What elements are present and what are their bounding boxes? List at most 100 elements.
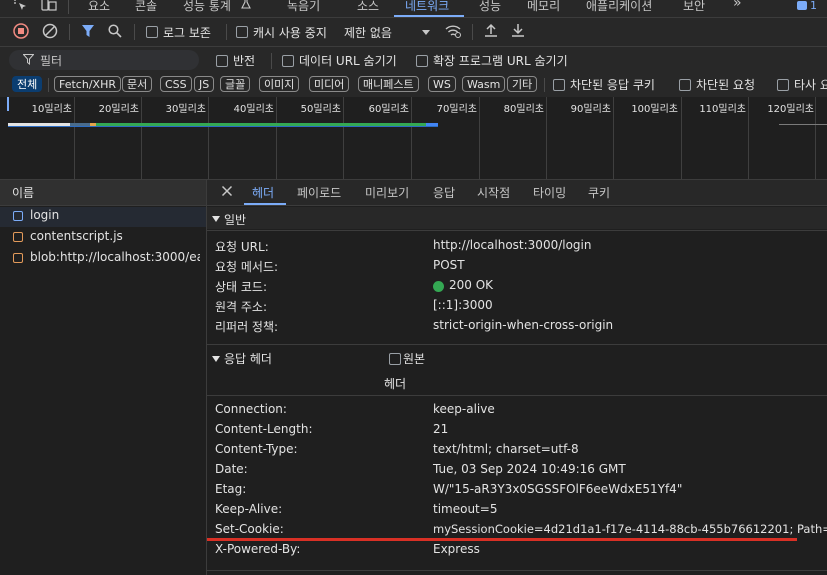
request-row[interactable]: login — [0, 207, 206, 227]
close-icon[interactable] — [221, 185, 233, 197]
tab-performance-insights[interactable]: 성능 통계 — [183, 0, 231, 14]
tab-sources[interactable]: 소스 — [357, 0, 379, 14]
response-headers-section-header[interactable]: 응답 헤더 원본 — [207, 347, 827, 369]
filter-row: 필터 반전 데이터 URL 숨기기 확장 프로그램 URL 숨기기 — [0, 47, 827, 73]
tab-application[interactable]: 애플리케이션 — [586, 0, 652, 14]
tab-network[interactable]: 네트워크 — [405, 0, 449, 14]
search-icon[interactable] — [108, 24, 122, 38]
tab-preview[interactable]: 미리보기 — [365, 184, 409, 201]
type-filter-manifest[interactable]: 매니페스트 — [358, 76, 419, 92]
tab-headers[interactable]: 헤더 — [252, 184, 274, 201]
tab-memory[interactable]: 메모리 — [527, 0, 560, 14]
type-filter-other[interactable]: 기타 — [507, 76, 538, 92]
raw-checkbox[interactable] — [389, 353, 401, 365]
type-filter-js[interactable]: JS — [194, 76, 215, 92]
type-filter-img[interactable]: 이미지 — [259, 76, 300, 92]
request-details: 헤더 페이로드 미리보기 응답 시작점 타이밍 쿠키 일반 요청 URL: ht… — [207, 180, 827, 575]
tab-console[interactable]: 콘솔 — [135, 0, 157, 14]
issues-badge[interactable]: 1 — [797, 0, 821, 14]
response-header-value: 21 — [433, 422, 449, 436]
general-value: http://localhost:3000/login — [433, 238, 592, 252]
request-row[interactable]: blob:http://localhost:3000/ea... — [0, 249, 206, 269]
general-key: 원격 주소: — [215, 300, 268, 314]
tab-elements[interactable]: 요소 — [88, 0, 110, 14]
blocked-response-cookies-label: 차단된 응답 쿠키 — [570, 78, 655, 92]
device-toolbar-icon[interactable] — [41, 0, 57, 12]
network-overview[interactable]: 10밀리초 20밀리초 30밀리초 40밀리초 50밀리초 60밀리초 70밀리… — [0, 97, 827, 180]
preserve-log-label: 로그 보존 — [163, 26, 211, 40]
type-filter-fetch-xhr[interactable]: Fetch/XHR — [54, 76, 121, 92]
tab-cookies[interactable]: 쿠키 — [588, 184, 610, 201]
flask-icon — [240, 0, 252, 9]
invert-label: 반전 — [233, 54, 256, 68]
network-toolbar: 로그 보존 캐시 사용 중지 제한 없음 — [0, 18, 827, 47]
throttling-select[interactable]: 제한 없음 — [344, 24, 392, 41]
stop-recording-button[interactable] — [13, 23, 29, 39]
inspect-element-icon[interactable] — [14, 0, 28, 12]
clear-icon[interactable] — [42, 23, 58, 39]
overview-tick-label: 90밀리초 — [570, 104, 611, 115]
more-tabs-icon[interactable]: » — [733, 0, 742, 11]
chevron-down-icon — [422, 30, 430, 35]
disable-cache-label: 캐시 사용 중지 — [253, 26, 327, 40]
network-conditions-icon[interactable] — [444, 23, 462, 39]
tab-timing[interactable]: 타이밍 — [533, 184, 566, 201]
type-filter-wasm[interactable]: Wasm — [462, 76, 506, 92]
tab-performance[interactable]: 성능 — [479, 0, 501, 14]
type-filter-all[interactable]: 전체 — [12, 76, 43, 92]
general-section-title: 일반 — [224, 213, 247, 227]
preserve-log-checkbox[interactable] — [146, 26, 158, 38]
type-filter-media[interactable]: 미디어 — [309, 76, 350, 92]
invert-checkbox[interactable] — [216, 55, 228, 67]
response-header-key: X-Powered-By: — [215, 542, 301, 556]
general-section-header[interactable]: 일반 — [207, 207, 827, 229]
general-value: strict-origin-when-cross-origin — [433, 318, 614, 332]
type-filter-ws[interactable]: WS — [428, 76, 456, 92]
overview-tick — [208, 97, 209, 179]
response-header-value: Express — [433, 542, 480, 556]
export-har-icon[interactable] — [511, 23, 525, 38]
hide-data-urls-label: 데이터 URL 숨기기 — [299, 54, 397, 68]
filter-placeholder: 필터 — [40, 54, 63, 68]
triangle-down-icon — [212, 216, 220, 222]
type-filter-doc[interactable]: 문서 — [122, 76, 153, 92]
overview-tick — [815, 97, 816, 179]
response-header-key: Keep-Alive: — [215, 502, 283, 516]
third-party-requests-label: 타사 요청 — [794, 78, 827, 92]
third-party-requests-checkbox[interactable] — [777, 79, 789, 91]
response-header-key: Etag: — [215, 482, 247, 496]
request-list: 이름 login contentscript.js blob:http://lo… — [0, 180, 207, 575]
active-tab-indicator — [394, 15, 464, 17]
disable-cache-checkbox[interactable] — [236, 26, 248, 38]
hide-data-urls-checkbox[interactable] — [282, 55, 294, 67]
response-header-key: Date: — [215, 462, 248, 476]
overview-bar-lower — [8, 126, 438, 127]
general-key: 리퍼러 정책: — [215, 320, 279, 334]
active-detail-tab-indicator — [244, 203, 286, 205]
raw-label: 원본 — [403, 352, 426, 366]
filter-input[interactable]: 필터 — [9, 50, 199, 70]
overview-tick-label: 110밀리초 — [699, 104, 746, 115]
tab-security[interactable]: 보안 — [683, 0, 705, 14]
blocked-response-cookies-checkbox[interactable] — [553, 79, 565, 91]
overview-tick-label: 80밀리초 — [503, 104, 544, 115]
general-value: 200 OK — [449, 278, 494, 292]
blocked-requests-label: 차단된 요청 — [696, 78, 756, 92]
hide-extension-urls-checkbox[interactable] — [416, 55, 428, 67]
script-icon — [13, 253, 23, 263]
request-list-header[interactable]: 이름 — [0, 180, 206, 206]
column-name-header[interactable]: 이름 — [12, 184, 34, 201]
tab-initiator[interactable]: 시작점 — [477, 184, 510, 201]
tab-recorder[interactable]: 녹음기 — [287, 0, 320, 14]
tab-payload[interactable]: 페이로드 — [297, 184, 341, 201]
response-header-key: Content-Type: — [215, 442, 298, 456]
type-filter-css[interactable]: CSS — [160, 76, 192, 92]
import-har-icon[interactable] — [484, 23, 498, 38]
request-row[interactable]: contentscript.js — [0, 228, 206, 248]
tab-response[interactable]: 응답 — [433, 184, 455, 201]
type-filter-font[interactable]: 글꼴 — [220, 76, 251, 92]
blocked-requests-checkbox[interactable] — [679, 79, 691, 91]
filter-icon[interactable] — [81, 24, 95, 38]
response-header-value: timeout=5 — [433, 502, 498, 516]
general-key: 상태 코드: — [215, 280, 268, 294]
